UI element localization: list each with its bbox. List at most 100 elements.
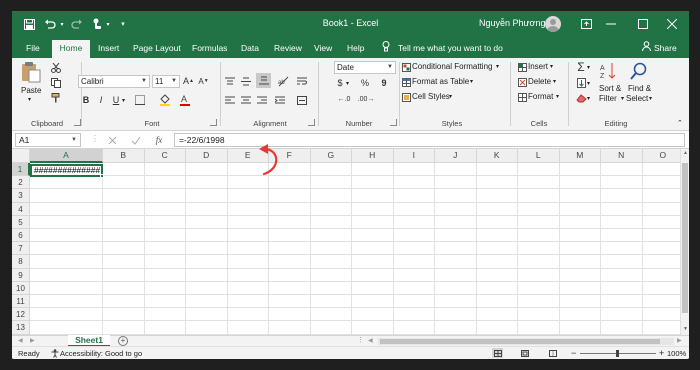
font-name-select[interactable]: Calibri ▼: [78, 75, 150, 88]
scroll-thumb[interactable]: [682, 163, 688, 313]
page-break-view-icon[interactable]: [547, 348, 558, 358]
normal-view-icon[interactable]: [492, 348, 503, 358]
italic-button[interactable]: I: [95, 94, 107, 106]
zoom-in-icon[interactable]: +: [659, 348, 664, 358]
tab-formulas[interactable]: Formulas: [192, 41, 227, 58]
paste-button[interactable]: Paste: [21, 86, 41, 95]
fill-handle[interactable]: [100, 174, 104, 178]
row-header-8[interactable]: 8: [12, 255, 30, 269]
page-layout-view-icon[interactable]: [519, 348, 530, 358]
row-header-3[interactable]: 3: [12, 189, 30, 203]
decrease-decimal-icon[interactable]: .00→: [358, 93, 375, 105]
clear-icon[interactable]: [575, 92, 587, 104]
fill-dropdown-icon[interactable]: ▾: [587, 80, 590, 87]
font-size-select[interactable]: 11 ▼: [152, 75, 180, 88]
prev-sheet-icon[interactable]: ◀: [18, 337, 23, 344]
wrap-text-icon[interactable]: [296, 75, 308, 87]
sort-filter-icon[interactable]: AZ: [599, 61, 619, 81]
format-as-table-icon[interactable]: [401, 77, 411, 87]
cut-icon[interactable]: [50, 62, 62, 74]
select-all-corner[interactable]: [12, 149, 30, 163]
enter-icon[interactable]: [130, 134, 142, 146]
cancel-icon[interactable]: [106, 134, 118, 146]
sort-filter-label-line2[interactable]: Filter: [599, 94, 617, 103]
row-header-5[interactable]: 5: [12, 215, 30, 229]
next-sheet-icon[interactable]: ▶: [30, 337, 35, 344]
add-sheet-icon[interactable]: +: [118, 336, 128, 346]
format-cells-icon[interactable]: [517, 92, 527, 102]
format-cells-button[interactable]: Format: [528, 92, 553, 101]
share-button[interactable]: Share: [654, 41, 677, 58]
column-header-n[interactable]: N: [601, 149, 643, 163]
row-header-11[interactable]: 11: [12, 295, 30, 309]
tab-help[interactable]: Help: [347, 41, 364, 58]
redo-icon[interactable]: [70, 17, 84, 31]
accessibility-icon[interactable]: [50, 348, 60, 358]
tab-review[interactable]: Review: [274, 41, 302, 58]
clipboard-launcher-icon[interactable]: [74, 119, 81, 126]
tab-file[interactable]: File: [26, 41, 40, 58]
cell-styles-button[interactable]: Cell Styles: [412, 92, 450, 101]
currency-button[interactable]: $: [334, 77, 346, 89]
align-top-icon[interactable]: [224, 75, 236, 87]
autosum-dropdown-icon[interactable]: ▾: [587, 64, 590, 71]
save-icon[interactable]: [22, 17, 36, 31]
comma-button[interactable]: 9: [378, 77, 390, 89]
cell-styles-icon[interactable]: [401, 92, 411, 102]
delete-cells-icon[interactable]: [517, 77, 527, 87]
merge-center-icon[interactable]: [296, 94, 308, 106]
find-select-label-line2[interactable]: Select: [626, 94, 648, 103]
delete-cells-button[interactable]: Delete: [528, 77, 551, 86]
insert-cells-button[interactable]: Insert: [528, 62, 548, 71]
collapse-ribbon-icon[interactable]: ⌃: [677, 119, 683, 127]
conditional-formatting-dropdown-icon[interactable]: ▾: [496, 63, 499, 70]
row-header-7[interactable]: 7: [12, 242, 30, 256]
tab-page-layout[interactable]: Page Layout: [133, 41, 181, 58]
row-header-1[interactable]: 1: [12, 163, 30, 177]
clear-dropdown-icon[interactable]: ▾: [587, 95, 590, 102]
tab-split-icon[interactable]: ⋮: [357, 336, 364, 344]
insert-cells-icon[interactable]: [517, 62, 527, 72]
row-header-12[interactable]: 12: [12, 308, 30, 322]
column-header-l[interactable]: L: [518, 149, 560, 163]
column-header-j[interactable]: J: [435, 149, 477, 163]
scroll-left-icon[interactable]: ◀: [368, 337, 373, 344]
align-middle-icon[interactable]: [240, 75, 252, 87]
minimize-icon[interactable]: [602, 15, 620, 33]
tell-me-search[interactable]: Tell me what you want to do: [398, 41, 503, 58]
align-left-icon[interactable]: [224, 94, 236, 106]
row-header-10[interactable]: 10: [12, 281, 30, 295]
number-format-select[interactable]: Date ▼: [334, 61, 396, 74]
ribbon-display-icon[interactable]: [577, 15, 595, 33]
tab-data[interactable]: Data: [241, 41, 259, 58]
row-header-2[interactable]: 2: [12, 176, 30, 190]
indent-icon[interactable]: [274, 94, 286, 106]
fill-icon[interactable]: [575, 77, 587, 89]
paste-dropdown-icon[interactable]: ▾: [28, 96, 31, 103]
zoom-slider-thumb[interactable]: [616, 350, 619, 357]
vertical-scrollbar[interactable]: ▲ ▼: [680, 149, 689, 335]
align-bottom-icon[interactable]: [256, 73, 271, 88]
insert-function-icon[interactable]: fx: [152, 134, 166, 146]
paste-icon[interactable]: [20, 61, 42, 83]
lightbulb-icon[interactable]: [382, 41, 390, 58]
format-dropdown-icon[interactable]: ▾: [556, 93, 559, 100]
undo-dropdown-icon[interactable]: ▾: [58, 17, 66, 31]
alignment-launcher-icon[interactable]: [308, 119, 315, 126]
scroll-up-icon[interactable]: ▲: [681, 150, 689, 156]
row-header-4[interactable]: 4: [12, 202, 30, 216]
column-header-h[interactable]: H: [352, 149, 394, 163]
align-right-icon[interactable]: [256, 94, 268, 106]
tab-view[interactable]: View: [314, 41, 332, 58]
row-header-9[interactable]: 9: [12, 268, 30, 282]
scroll-down-icon[interactable]: ▼: [681, 326, 689, 332]
column-header-b[interactable]: B: [103, 149, 145, 163]
customize-icon[interactable]: ▾: [118, 17, 128, 31]
format-painter-icon[interactable]: [50, 92, 62, 104]
column-header-a[interactable]: A: [30, 149, 103, 163]
row-header-6[interactable]: 6: [12, 229, 30, 243]
horizontal-scroll-thumb[interactable]: [380, 339, 660, 344]
column-header-m[interactable]: M: [559, 149, 601, 163]
bold-button[interactable]: B: [80, 94, 92, 106]
sort-filter-dropdown-icon[interactable]: ▾: [621, 95, 624, 102]
